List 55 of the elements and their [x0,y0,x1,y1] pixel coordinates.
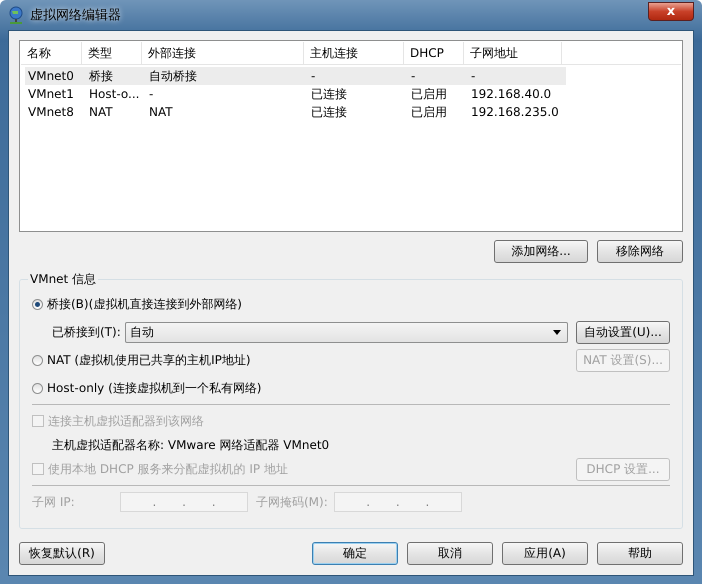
table-cell-text: VMnet8 [27,104,75,121]
table-cell-text: 已连接 [310,86,348,103]
table-row[interactable]: VMnet0 桥接 自动桥接 - - - [25,67,566,85]
window-title: 虚拟网络编辑器 [30,7,121,24]
subnet-mask-field[interactable]: . . . [334,492,462,512]
column-header[interactable]: 类型 [82,42,142,64]
dialog-button[interactable]: 确定 [312,542,398,565]
subnet-mask-label: 子网掩码(M): [256,494,328,510]
group-title: VMnet 信息 [29,271,98,288]
dialog-button[interactable]: 取消 [407,542,493,565]
column-header[interactable]: 主机连接 [304,42,404,64]
table-cell-text: - [310,68,316,85]
subnet-ip-label: 子网 IP: [32,494,76,510]
table-cell-text: 自动桥接 [148,68,198,85]
remove-network-button[interactable]: 移除网络 [597,240,683,263]
radio-button[interactable] [32,298,43,310]
auto-settings-button[interactable]: 自动设置(U)... [576,320,670,344]
checkbox-label: 连接主机虚拟适配器到该网络 [48,412,204,430]
table-cell-text: 192.168.40.0 [470,86,552,103]
bridge-label: 已桥接到(T): [52,324,121,340]
radio-button[interactable] [32,354,43,366]
table-cell-text: NAT [148,104,174,121]
table-cell-text: - [148,86,154,103]
table-row[interactable]: VMnet1 Host-o... - 已连接 已启用 192.168.40.0 [25,85,566,103]
radio-label: Host-only (连接虚拟机到一个私有网络) [47,380,262,396]
checkbox-label: 使用本地 DHCP 服务来分配虚拟机的 IP 地址 [48,460,288,478]
dialog-button[interactable]: 帮助 [597,542,683,565]
table-cell-text: 桥接 [88,68,114,85]
table-cell-text: NAT [88,104,114,121]
radio-label: NAT (虚拟机使用已共享的主机IP地址) [47,352,251,368]
table-cell-text: 已启用 [410,86,448,103]
dialog-button[interactable]: 应用(A) [502,542,588,565]
table-cell-text: - [410,68,416,85]
restore-defaults-button[interactable]: 恢复默认(R) [19,542,105,565]
column-header[interactable]: 名称 [21,42,82,64]
table-cell-text: VMnet1 [27,86,75,103]
network-globe-icon [8,6,24,24]
bridge-dropdown[interactable]: 自动 [124,322,568,342]
column-header[interactable]: DHCP [404,42,464,64]
table-cell-text: 已启用 [410,104,448,121]
table-cell-text: - [470,68,476,85]
close-button[interactable]: x [648,2,694,20]
dropdown-caret-icon [553,330,561,334]
table-cell-text: Host-o... [88,86,140,103]
column-header[interactable]: 外部连接 [142,42,304,64]
radio-label: 桥接(B)(虚拟机直接连接到外部网络) [47,296,242,312]
table-cell-text: VMnet0 [27,68,75,85]
table-cell-text: 192.168.235.0 [470,104,560,121]
add-network-button[interactable]: 添加网络... [494,240,588,263]
adapter-name-text: 主机虚拟适配器名称: VMware 网络适配器 VMnet0 [52,436,330,454]
table-cell-text: 已连接 [310,104,348,121]
column-header[interactable]: 子网地址 [464,42,562,64]
subnet-ip-field[interactable]: . . . [120,492,248,512]
radio-button[interactable] [32,382,43,394]
table-row[interactable]: VMnet8 NAT NAT 已连接 已启用 192.168.235.0 [25,103,566,121]
